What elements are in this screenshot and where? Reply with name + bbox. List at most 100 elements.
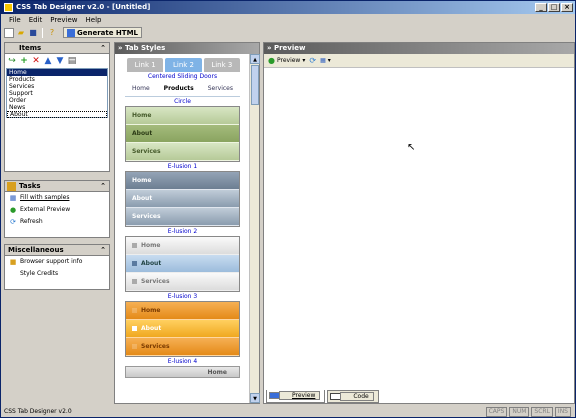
items-list[interactable]: Home Products Services Support Order New… (6, 68, 108, 118)
bullet-icon (132, 308, 137, 313)
caps-indicator: CAPS (485, 407, 508, 417)
save-icon[interactable]: ■ (28, 28, 38, 38)
sample-tab: Services (207, 85, 233, 92)
sample-tab: Services (126, 208, 239, 226)
scroll-down-arrow-icon[interactable]: ▼ (250, 393, 260, 403)
collapse-icon[interactable]: ⌃ (100, 245, 106, 256)
menu-preview[interactable]: Preview (46, 16, 81, 24)
preview-dropdown-button[interactable]: ● Preview ▾ (268, 56, 305, 65)
style-label: Circle (174, 98, 191, 105)
collapse-icon[interactable]: ⌃ (100, 181, 106, 192)
toolbar-separator (42, 27, 43, 38)
delete-item-icon[interactable]: ✕ (31, 56, 41, 66)
tasks-panel-title: Tasks (19, 182, 41, 190)
help-icon[interactable]: ? (47, 28, 57, 38)
list-item[interactable]: Order (7, 97, 107, 104)
maximize-button[interactable]: □ (548, 3, 560, 12)
misc-panel-header[interactable]: Miscellaneous ⌃ (5, 245, 109, 256)
list-item[interactable]: Products (7, 76, 107, 83)
tasks-panel-header[interactable]: Tasks ⌃ (5, 181, 109, 192)
bullet-icon (132, 261, 137, 266)
sample-tab: About (126, 255, 239, 273)
sample-tab: About (126, 320, 239, 338)
menu-help[interactable]: Help (82, 16, 106, 24)
menu-bar: File Edit Preview Help (1, 14, 575, 26)
add-green-arrow-icon[interactable]: ↪ (7, 56, 17, 66)
style-circle[interactable]: Home Products Services Circle (125, 81, 240, 106)
style-steel[interactable]: Home About Services E-lusion 2 (125, 171, 240, 236)
generate-icon (67, 28, 75, 37)
style-silver[interactable]: Home About Services E-lusion 3 (125, 236, 240, 301)
refresh-preview-icon[interactable]: ⟳ (309, 56, 316, 65)
status-bar: CSS Tab Designer v2.0 CAPS NUM SCRL INS (1, 406, 575, 417)
close-button[interactable]: × (561, 3, 573, 12)
menu-file[interactable]: File (5, 16, 25, 24)
list-item[interactable]: Home (7, 69, 107, 76)
generate-html-button[interactable]: Generate HTML (63, 27, 142, 38)
items-panel: Items ⌃ ↪ + ✕ ▲ ▼ ▤ Home Products Servic… (4, 42, 110, 172)
fill-with-samples-link[interactable]: ▦ Fill with samples (5, 192, 109, 204)
misc-panel: Miscellaneous ⌃ ■ Browser support info S… (4, 244, 110, 290)
sample-tab: Home (126, 107, 239, 125)
sample-tab: Services (126, 338, 239, 356)
sample-tab: Home (126, 302, 239, 320)
browser-support-icon: ■ (9, 258, 17, 266)
list-item[interactable]: Services (7, 83, 107, 90)
style-green[interactable]: Home About Services E-lusion 1 (125, 106, 240, 171)
scroll-thumb[interactable] (251, 65, 259, 105)
sample-tab: Home (126, 172, 239, 190)
open-folder-icon[interactable]: ▰ (16, 28, 26, 38)
refresh-link[interactable]: ⟳ Refresh (5, 216, 109, 228)
scroll-up-arrow-icon[interactable]: ▲ (250, 54, 260, 64)
items-toolbar: ↪ + ✕ ▲ ▼ ▤ (5, 54, 109, 68)
view-options-button[interactable]: ▦ ▾ (320, 57, 331, 64)
collapse-icon[interactable]: ⌃ (100, 43, 106, 54)
tasks-panel: Tasks ⌃ ▦ Fill with samples ● External P… (4, 180, 110, 238)
items-panel-header[interactable]: Items ⌃ (5, 43, 109, 54)
tab-preview[interactable]: Preview (266, 390, 326, 403)
style-next-sample[interactable]: Home (125, 366, 240, 378)
refresh-icon: ⟳ (10, 218, 16, 226)
ins-indicator: INS (554, 407, 571, 417)
bullet-icon (132, 243, 137, 248)
style-centered-sliding-doors[interactable]: Link 1 Link 2 Link 3 Centered Sliding Do… (125, 56, 240, 81)
style-credits-link[interactable]: Style Credits (5, 268, 109, 280)
list-item[interactable]: About (7, 111, 107, 118)
minimize-button[interactable]: _ (535, 3, 547, 12)
status-text: CSS Tab Designer v2.0 (4, 408, 72, 415)
window-title: CSS Tab Designer v2.0 - [Untitled] (16, 3, 151, 11)
bullet-icon (132, 344, 137, 349)
preview-globe-icon: ● (268, 56, 275, 65)
scrl-indicator: SCRL (531, 407, 553, 417)
preview-header: » Preview (264, 43, 574, 54)
tasks-icon (7, 182, 16, 191)
list-item[interactable]: News (7, 104, 107, 111)
external-preview-link[interactable]: ● External Preview (5, 204, 109, 216)
edit-item-icon[interactable]: ▤ (67, 56, 77, 66)
move-down-icon[interactable]: ▼ (55, 56, 65, 66)
chevron-down-icon: ▾ (327, 57, 331, 64)
generate-html-label: Generate HTML (77, 28, 138, 37)
tab-styles-scrollbar[interactable]: ▲ ▼ (249, 54, 260, 403)
style-label: E-lusion 4 (167, 358, 198, 365)
misc-panel-title: Miscellaneous (8, 246, 64, 254)
add-item-icon[interactable]: + (19, 56, 29, 66)
main-toolbar: ▰ ■ ? Generate HTML (1, 26, 575, 39)
new-file-icon[interactable] (4, 27, 14, 38)
menu-edit[interactable]: Edit (25, 16, 47, 24)
bullet-icon (132, 326, 137, 331)
view-icon: ▦ (320, 57, 326, 64)
sample-tab: About (126, 190, 239, 208)
external-preview-icon: ● (9, 206, 17, 214)
style-orange[interactable]: Home About Services E-lusion 4 (125, 301, 240, 366)
sample-tab: About (126, 125, 239, 143)
tab-code[interactable]: Code (327, 390, 379, 403)
preview-toolbar: ● Preview ▾ ⟳ ▦ ▾ (264, 54, 574, 68)
chevron-down-icon: ▾ (302, 57, 306, 64)
sample-tab: Products (163, 85, 194, 92)
browser-support-link[interactable]: ■ Browser support info (5, 256, 109, 268)
sample-tab: Services (126, 273, 239, 291)
list-item[interactable]: Support (7, 90, 107, 97)
style-label: E-lusion 1 (167, 163, 198, 170)
move-up-icon[interactable]: ▲ (43, 56, 53, 66)
